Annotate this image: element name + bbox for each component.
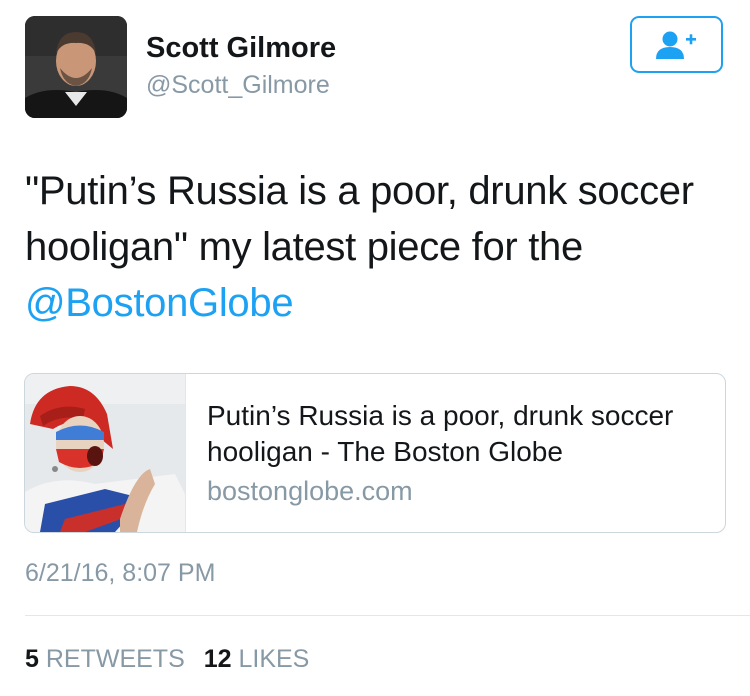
link-card[interactable]: Putin’s Russia is a poor, drunk soccer h… [24, 373, 726, 533]
likes-label: LIKES [238, 645, 310, 673]
avatar-photo [25, 16, 127, 118]
likes-count: 12 [203, 645, 232, 673]
retweets-stat[interactable]: 5 RETWEETS [25, 645, 185, 674]
follow-button[interactable] [630, 16, 723, 73]
retweets-count: 5 [25, 645, 39, 673]
tweet-text-line: "Putin’s Russia is a poor, drunk soccer [25, 169, 694, 213]
divider [25, 615, 750, 616]
card-domain: bostonglobe.com [207, 476, 413, 506]
tweet-text-line: hooligan" my latest piece for the [25, 225, 583, 269]
follow-user-plus-icon [655, 31, 696, 59]
mention-link[interactable]: @BostonGlobe [25, 275, 725, 331]
tweet-text: "Putin’s Russia is a poor, drunk soccer … [25, 163, 725, 331]
user-display-name[interactable]: Scott Gilmore [146, 32, 336, 65]
user-handle[interactable]: @Scott_Gilmore [146, 71, 330, 100]
card-title[interactable]: Putin’s Russia is a poor, drunk soccer h… [207, 398, 717, 470]
likes-stat[interactable]: 12 LIKES [204, 645, 310, 674]
tweet-stats: 5 RETWEETS 12 LIKES [25, 645, 321, 674]
tweet-timestamp[interactable]: 6/21/16, 8:07 PM [25, 559, 215, 588]
card-thumbnail [25, 374, 186, 532]
retweets-label: RETWEETS [45, 645, 185, 673]
avatar[interactable] [25, 16, 127, 118]
